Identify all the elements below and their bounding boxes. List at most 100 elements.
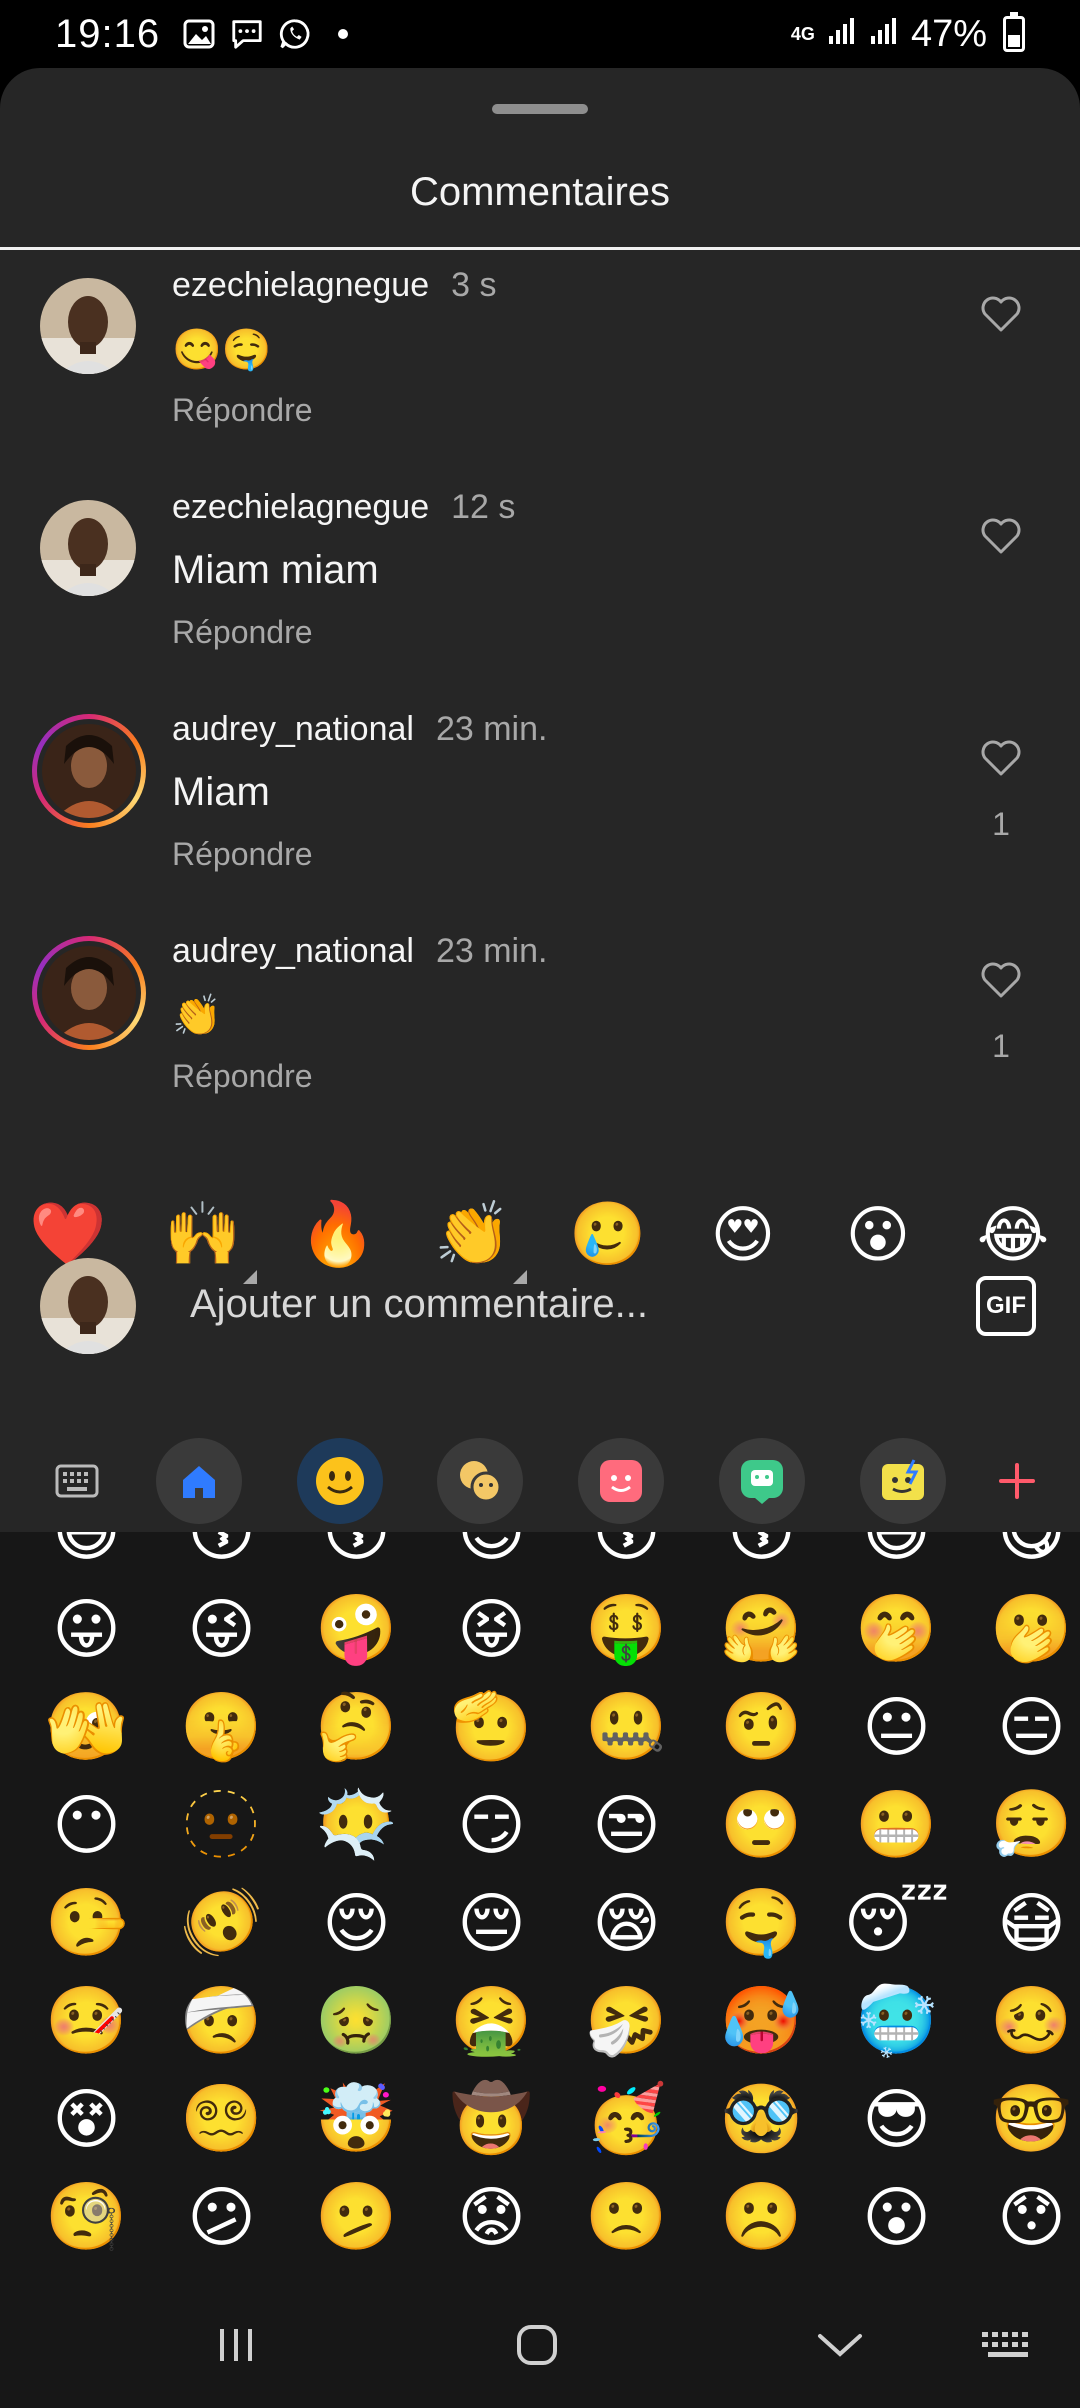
emoji-key[interactable]: 😪 <box>559 1874 694 1972</box>
emoji-key[interactable]: 🫨 <box>154 1874 289 1972</box>
emoji-key[interactable]: 😕 <box>154 2168 289 2266</box>
reply-button[interactable]: Répondre <box>172 836 313 873</box>
emoji-key[interactable]: 😔 <box>424 1874 559 1972</box>
reply-button[interactable]: Répondre <box>172 392 313 429</box>
avatar[interactable] <box>40 500 136 596</box>
emoji-icon[interactable] <box>297 1438 383 1524</box>
comment-username[interactable]: audrey_national <box>172 932 414 970</box>
like-heart-icon[interactable] <box>980 960 1022 1000</box>
emoji-key[interactable]: 😑 <box>964 1678 1080 1776</box>
emoji-key[interactable]: 🤐 <box>559 1678 694 1776</box>
emoji-key[interactable]: 🤯 <box>289 2070 424 2168</box>
emoji-key[interactable]: 😌 <box>289 1874 424 1972</box>
emoji-key[interactable]: 😜 <box>154 1580 289 1678</box>
emoji-faces-icon[interactable] <box>437 1438 523 1524</box>
emoji-key[interactable]: ☹️ <box>694 2168 829 2266</box>
emoji-key[interactable]: 😐 <box>829 1678 964 1776</box>
emoji-key[interactable]: 🫡 <box>424 1678 559 1776</box>
emoji-key[interactable]: 🤫 <box>154 1678 289 1776</box>
like-heart-icon[interactable] <box>980 294 1022 334</box>
emoji-key[interactable]: 😅 <box>829 1532 964 1580</box>
emoji-key[interactable]: 🤑 <box>559 1580 694 1678</box>
keyboard-switch-icon[interactable] <box>968 2312 1048 2378</box>
ar-emoji-icon[interactable] <box>860 1438 946 1524</box>
emoji-key[interactable]: 🤤 <box>694 1874 829 1972</box>
emoji-key[interactable]: 😒 <box>559 1776 694 1874</box>
emoji-key[interactable]: 😄 <box>19 1532 154 1580</box>
emoji-key[interactable]: 😮 <box>829 2168 964 2266</box>
emoji-key[interactable]: 😟 <box>424 2168 559 2266</box>
emoji-key[interactable]: 🙁 <box>559 2168 694 2266</box>
emoji-key[interactable]: 😯 <box>964 2168 1080 2266</box>
emoji-key[interactable]: 🤪 <box>289 1580 424 1678</box>
reply-button[interactable]: Répondre <box>172 1058 313 1095</box>
emoji-key[interactable]: 🤨 <box>694 1678 829 1776</box>
system-nav-bar <box>0 2282 1080 2408</box>
emoji-key[interactable]: 🤭 <box>829 1580 964 1678</box>
recents-icon[interactable] <box>196 2312 276 2378</box>
emoji-key[interactable]: 🤥 <box>19 1874 154 1972</box>
sheet-drag-handle[interactable] <box>492 104 588 114</box>
emoji-key[interactable]: 🥶 <box>829 1972 964 2070</box>
like-heart-icon[interactable] <box>980 738 1022 778</box>
comment-input[interactable]: Ajouter un commentaire... <box>190 1282 648 1327</box>
sticker-icon[interactable] <box>578 1438 664 1524</box>
emoji-key[interactable]: 🫥 <box>154 1776 289 1874</box>
emoji-key[interactable]: 🫢 <box>964 1580 1080 1678</box>
bitmoji-icon[interactable] <box>719 1438 805 1524</box>
emoji-key[interactable]: 🫣 <box>19 1678 154 1776</box>
emoji-key[interactable]: 🤕 <box>154 1972 289 2070</box>
avatar[interactable] <box>32 936 146 1050</box>
reply-button[interactable]: Répondre <box>172 614 313 651</box>
emoji-key[interactable]: 😬 <box>829 1776 964 1874</box>
emoji-key[interactable]: 🤠 <box>424 2070 559 2168</box>
emoji-key[interactable]: 😚 <box>154 1532 289 1580</box>
emoji-key[interactable]: 😗 <box>289 1532 424 1580</box>
emoji-key[interactable]: 🤮 <box>424 1972 559 2070</box>
emoji-key[interactable]: 🥸 <box>694 2070 829 2168</box>
emoji-key[interactable]: 🤓 <box>964 2070 1080 2168</box>
emoji-key[interactable]: 😎 <box>829 2070 964 2168</box>
emoji-key[interactable]: 🥴 <box>964 1972 1080 2070</box>
keyboard-icon[interactable] <box>34 1438 120 1524</box>
avatar[interactable] <box>32 714 146 828</box>
emoji-key[interactable]: 😏 <box>424 1776 559 1874</box>
emoji-key[interactable]: 😶‍🌫️ <box>289 1776 424 1874</box>
emoji-grid: 😄😚😗😊😙😗😅😋😛😜🤪😝🤑🤗🤭🫢🫣🤫🤔🫡🤐🤨😐😑😶🫥😶‍🌫️😏😒🙄😬😮‍💨🤥🫨😌… <box>19 1532 1072 2266</box>
comment-item: ezechielagnegue 12 s Miam miam Répondre <box>0 472 1080 694</box>
avatar[interactable] <box>40 278 136 374</box>
emoji-key[interactable]: 🧐 <box>19 2168 154 2266</box>
comment-username[interactable]: audrey_national <box>172 710 414 748</box>
emoji-key[interactable]: 😵 <box>19 2070 154 2168</box>
emoji-key[interactable]: 🥳 <box>559 2070 694 2168</box>
emoji-key[interactable]: 😛 <box>19 1580 154 1678</box>
back-chevron-down-icon[interactable] <box>800 2312 880 2378</box>
like-heart-icon[interactable] <box>980 516 1022 556</box>
home-icon[interactable] <box>156 1438 242 1524</box>
notification-icons <box>182 17 360 51</box>
gif-button[interactable]: GIF <box>976 1276 1036 1336</box>
emoji-key[interactable]: 🤔 <box>289 1678 424 1776</box>
emoji-key[interactable]: 😷 <box>964 1874 1080 1972</box>
emoji-key[interactable]: 🥵 <box>694 1972 829 2070</box>
emoji-key[interactable]: 😴 <box>829 1874 964 1972</box>
emoji-key[interactable]: 😙 <box>559 1532 694 1580</box>
comment-username[interactable]: ezechielagnegue <box>172 266 429 304</box>
signal-2-icon <box>869 13 899 56</box>
emoji-key[interactable]: 🤢 <box>289 1972 424 2070</box>
emoji-key[interactable]: 😶 <box>19 1776 154 1874</box>
emoji-key[interactable]: 😊 <box>424 1532 559 1580</box>
emoji-key[interactable]: 😋 <box>964 1532 1080 1580</box>
comment-username[interactable]: ezechielagnegue <box>172 488 429 526</box>
emoji-key[interactable]: 🫤 <box>289 2168 424 2266</box>
home-nav-icon[interactable] <box>497 2312 577 2378</box>
emoji-key[interactable]: 🤧 <box>559 1972 694 2070</box>
emoji-key[interactable]: 😮‍💨 <box>964 1776 1080 1874</box>
emoji-key[interactable]: 😵‍💫 <box>154 2070 289 2168</box>
emoji-key[interactable]: 😗 <box>694 1532 829 1580</box>
emoji-key[interactable]: 🤗 <box>694 1580 829 1678</box>
emoji-key[interactable]: 😝 <box>424 1580 559 1678</box>
add-icon[interactable] <box>974 1438 1060 1524</box>
emoji-key[interactable]: 🤒 <box>19 1972 154 2070</box>
emoji-key[interactable]: 🙄 <box>694 1776 829 1874</box>
